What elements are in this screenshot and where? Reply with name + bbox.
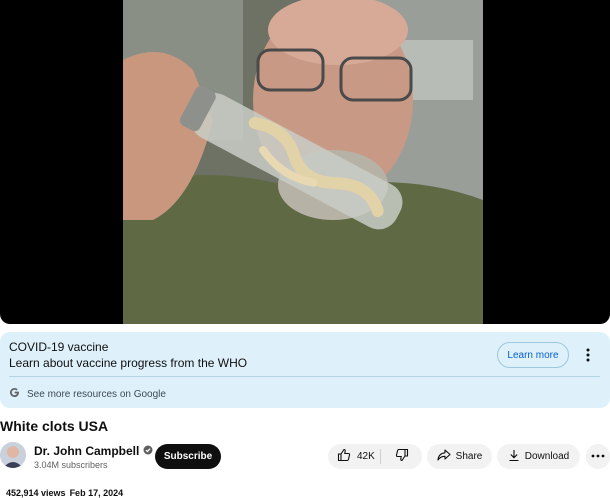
channel-avatar[interactable]: [0, 442, 26, 468]
download-icon: [508, 449, 520, 465]
share-button[interactable]: Share: [427, 444, 492, 469]
like-button[interactable]: 42K: [328, 444, 380, 469]
info-panel-title: COVID-19 vaccine: [9, 340, 109, 354]
like-count: 42K: [357, 451, 375, 462]
learn-more-button[interactable]: Learn more: [497, 342, 569, 368]
video-title: White clots USA: [0, 418, 109, 434]
subscriber-count: 3.04M subscribers: [34, 460, 108, 470]
video-frame[interactable]: [123, 0, 483, 324]
video-player[interactable]: [0, 0, 610, 324]
video-still-image: [123, 0, 483, 324]
download-button[interactable]: Download: [497, 444, 580, 469]
like-dislike-group: 42K: [328, 444, 422, 469]
more-vert-icon[interactable]: [581, 346, 595, 364]
share-label: Share: [455, 451, 483, 462]
thumbs-down-icon: [395, 448, 409, 465]
google-g-icon: [9, 385, 20, 403]
more-actions-button[interactable]: [586, 444, 610, 469]
google-resources-link[interactable]: See more resources on Google: [9, 385, 166, 403]
view-count: 452,914 views: [6, 488, 66, 498]
upload-date: Feb 17, 2024: [69, 488, 124, 498]
info-panel-subtitle[interactable]: Learn about vaccine progress from the WH…: [9, 356, 247, 370]
verified-check-icon: [143, 444, 153, 458]
subscribe-button[interactable]: Subscribe: [155, 444, 221, 469]
share-arrow-icon: [437, 448, 451, 465]
channel-name-label: Dr. John Campbell: [34, 444, 140, 458]
channel-name[interactable]: Dr. John Campbell: [34, 444, 153, 458]
more-horiz-icon: [591, 451, 605, 462]
dislike-button[interactable]: [381, 444, 422, 469]
video-meta[interactable]: 452,914 views Feb 17, 2024: [6, 488, 123, 498]
info-panel: COVID-19 vaccine Learn about vaccine pro…: [0, 332, 610, 408]
info-panel-divider: [9, 376, 600, 377]
download-label: Download: [524, 451, 570, 462]
google-resources-label: See more resources on Google: [27, 388, 166, 400]
thumbs-up-icon: [337, 448, 351, 465]
